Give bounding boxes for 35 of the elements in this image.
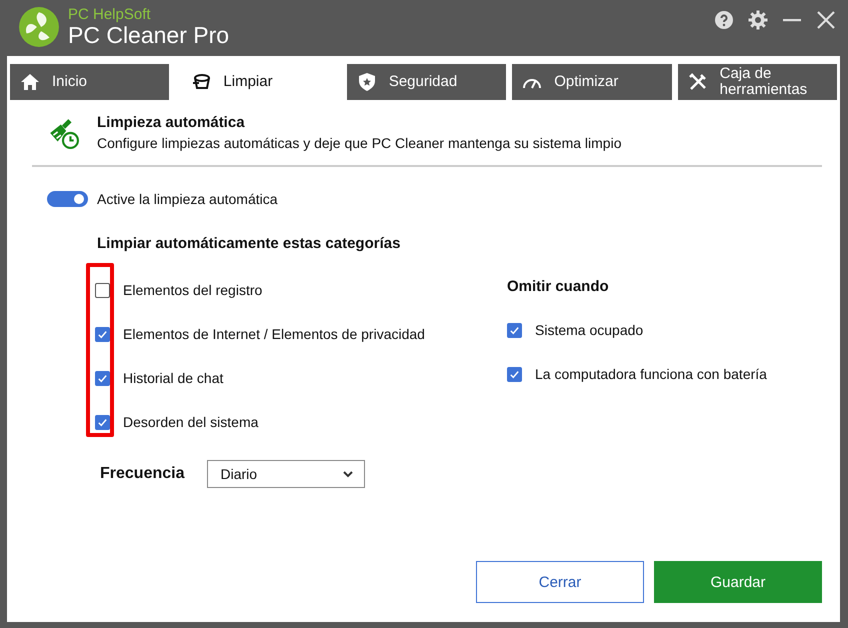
bucket-icon <box>191 72 212 92</box>
skip-title: Omitir cuando <box>507 278 610 294</box>
checkbox[interactable] <box>95 370 110 386</box>
checkbox-label: Elementos del registro <box>123 282 262 298</box>
save-button[interactable]: Guardar <box>654 561 822 603</box>
categories-title: Limpiar automáticamente estas categorías <box>97 235 402 252</box>
help-icon[interactable] <box>714 10 734 30</box>
tools-icon <box>688 72 708 92</box>
tab[interactable]: Optimizar <box>512 64 672 100</box>
checkbox[interactable] <box>95 326 110 342</box>
checkbox[interactable] <box>507 366 522 382</box>
section-title: Limpieza automática <box>97 114 246 131</box>
app-title: PC Cleaner Pro <box>68 24 230 47</box>
brand-name: PC HelpSoft <box>68 7 152 22</box>
close-icon[interactable] <box>816 10 836 30</box>
checkbox[interactable] <box>507 322 522 338</box>
checkbox-label: La computadora funciona con batería <box>535 366 767 382</box>
tab[interactable]: Caja de herramientas <box>678 64 838 100</box>
leaf-logo-icon <box>18 6 60 48</box>
frequency-dropdown[interactable]: Diario <box>207 460 366 488</box>
section-description: Configure limpiezas automáticas y deje que PC Cleaner mantenga su sistema limpio <box>97 135 622 151</box>
checkbox[interactable] <box>95 414 110 430</box>
checkbox[interactable] <box>95 282 110 298</box>
checkbox-label: Desorden del sistema <box>123 414 258 430</box>
tab[interactable]: Inicio <box>10 64 170 100</box>
close-button[interactable]: Cerrar <box>476 561 644 603</box>
shield-icon <box>356 72 377 92</box>
toggle-switch[interactable] <box>47 191 88 207</box>
toggle-label: Active la limpieza automática <box>97 191 278 207</box>
checkbox-label: Elementos de Internet / Elementos de privacidad <box>123 326 425 342</box>
checkbox-label: Sistema ocupado <box>535 322 644 338</box>
checkbox-label: Historial de chat <box>123 370 224 386</box>
tab[interactable]: Seguridad <box>346 64 506 100</box>
frequency-label: Frecuencia <box>100 465 184 483</box>
home-icon <box>20 72 40 92</box>
